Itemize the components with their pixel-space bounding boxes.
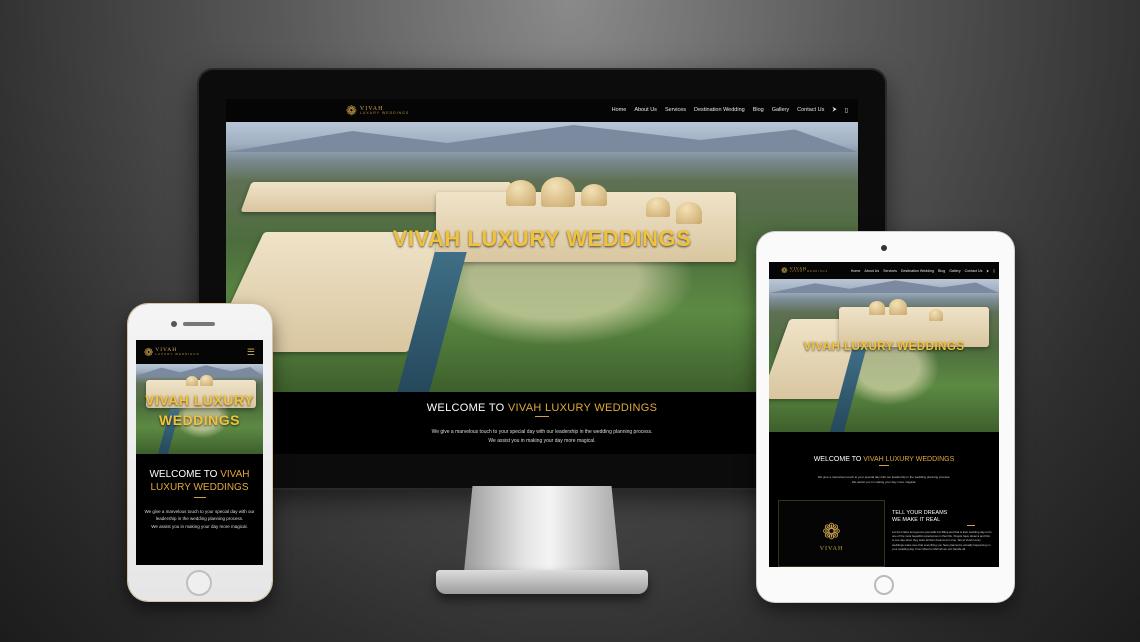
- desktop-menu: Home About Us Services Destination Weddi…: [612, 107, 848, 114]
- welcome-underline: [193, 497, 206, 498]
- vivah-swirl-icon: ❁: [822, 519, 841, 544]
- palace-dome: [676, 202, 702, 224]
- palace-dome: [869, 301, 885, 315]
- welcome-text-2: We assist you in making your day more ma…: [851, 480, 917, 484]
- nav-about-us[interactable]: About Us: [634, 107, 657, 114]
- tablet-camera: [881, 245, 887, 251]
- mobile-website: ❁ VIVAH LUXURY WEDDINGS ☰ VIVAH LUXURY W…: [136, 340, 263, 565]
- site-logo[interactable]: ❁ VIVAH LUXURY WEDDINGS: [346, 103, 409, 119]
- palace-dome: [541, 177, 575, 207]
- logo-subtitle: LUXURY WEDDINGS: [789, 270, 829, 274]
- logo-swirl-icon: ❁: [781, 266, 788, 275]
- palace-dome: [200, 375, 213, 386]
- tablet-welcome: WELCOME TO VIVAH LUXURY WEDDINGS We give…: [769, 432, 999, 500]
- phone-camera: [171, 321, 177, 327]
- nav-contact-us[interactable]: Contact Us: [797, 107, 824, 114]
- nav-blog[interactable]: Blog: [753, 107, 764, 114]
- welcome-underline: [879, 465, 889, 466]
- mountains: [769, 280, 999, 293]
- logo-subtitle: LUXURY WEDDINGS: [359, 110, 410, 115]
- tablet-menu: Home About Us Services Destination Weddi…: [851, 269, 995, 273]
- vivah-logo-card[interactable]: ❁ VIVAH: [778, 500, 885, 567]
- monitor-stand-base: [436, 570, 648, 594]
- mountains: [136, 365, 263, 376]
- logo-swirl-icon: ❁: [346, 102, 357, 118]
- palace-dome: [929, 309, 943, 321]
- card-logo-title: VIVAH: [819, 546, 844, 552]
- phone-home-button[interactable]: [186, 570, 212, 596]
- welcome-heading: WELCOME TO VIVAH LUXURY WEDDINGS: [813, 456, 955, 463]
- share-icon[interactable]: ⮞: [832, 107, 836, 114]
- tablet-website: ❁ VIVAH LUXURY WEDDINGS Home About Us Se…: [769, 262, 999, 567]
- welcome-underline: [535, 416, 549, 417]
- mobile-hero: VIVAH LUXURY WEDDINGS: [136, 364, 263, 454]
- tablet-dreams-section: ❁ VIVAH TELL YOUR DREAMS WE MAKE IT REAL…: [769, 500, 999, 567]
- dreams-body: Let the brides and grooms just walk into…: [892, 530, 992, 551]
- hamburger-menu-icon[interactable]: ☰: [247, 347, 255, 358]
- nav-services[interactable]: Services: [665, 107, 686, 114]
- dreams-underline: [967, 525, 975, 526]
- logo-swirl-icon: ❁: [144, 346, 154, 359]
- nav-about-us[interactable]: About Us: [864, 269, 879, 273]
- nav-services[interactable]: Services: [883, 269, 897, 273]
- mobile-hero-title: VIVAH LUXURY WEDDINGS: [145, 392, 254, 428]
- palace-dome: [889, 299, 907, 315]
- nav-home[interactable]: Home: [851, 269, 861, 273]
- tablet-hero: VIVAH LUXURY WEDDINGS: [769, 279, 999, 432]
- mobile-phone-icon[interactable]: ▯: [993, 269, 995, 273]
- welcome-text-1: We give a marvelous touch to your specia…: [144, 509, 255, 521]
- site-logo[interactable]: ❁ VIVAH LUXURY WEDDINGS: [781, 266, 828, 275]
- nav-destination-wedding[interactable]: Destination Wedding: [901, 269, 934, 273]
- nav-contact-us[interactable]: Contact Us: [965, 269, 983, 273]
- palace-dome: [581, 184, 607, 206]
- nav-gallery[interactable]: Gallery: [772, 107, 789, 114]
- nav-blog[interactable]: Blog: [938, 269, 945, 273]
- mountains: [226, 125, 858, 152]
- welcome-heading: WELCOME TO VIVAH LUXURY WEDDINGS: [149, 469, 250, 493]
- mobile-phone-icon[interactable]: ▯: [845, 107, 848, 114]
- mobile-navbar: ❁ VIVAH LUXURY WEDDINGS ☰: [136, 340, 263, 364]
- welcome-text-1: We give a marvelous touch to your specia…: [817, 475, 951, 479]
- tablet-navbar: ❁ VIVAH LUXURY WEDDINGS Home About Us Se…: [769, 262, 999, 279]
- nav-gallery[interactable]: Gallery: [949, 269, 960, 273]
- nav-destination-wedding[interactable]: Destination Wedding: [694, 107, 745, 114]
- mobile-welcome: WELCOME TO VIVAH LUXURY WEDDINGS We give…: [136, 454, 263, 565]
- share-icon[interactable]: ⮞: [986, 269, 989, 273]
- nav-home[interactable]: Home: [612, 107, 627, 114]
- palace-dome: [186, 376, 198, 386]
- desktop-navbar: ❁ VIVAH LUXURY WEDDINGS Home About Us Se…: [226, 99, 858, 122]
- palace-dome: [506, 180, 536, 206]
- tablet-hero-title: VIVAH LUXURY WEDDINGS: [803, 341, 965, 353]
- phone-speaker: [183, 322, 215, 326]
- logo-subtitle: LUXURY WEDDINGS: [155, 352, 200, 357]
- tablet-home-button[interactable]: [874, 575, 894, 595]
- site-logo[interactable]: ❁ VIVAH LUXURY WEDDINGS: [144, 346, 200, 359]
- welcome-text-2: We assist you in making your day more ma…: [151, 524, 248, 529]
- monitor-stand: [463, 486, 621, 582]
- palace-dome: [646, 197, 670, 217]
- dreams-heading: TELL YOUR DREAMS WE MAKE IT REAL: [892, 510, 948, 523]
